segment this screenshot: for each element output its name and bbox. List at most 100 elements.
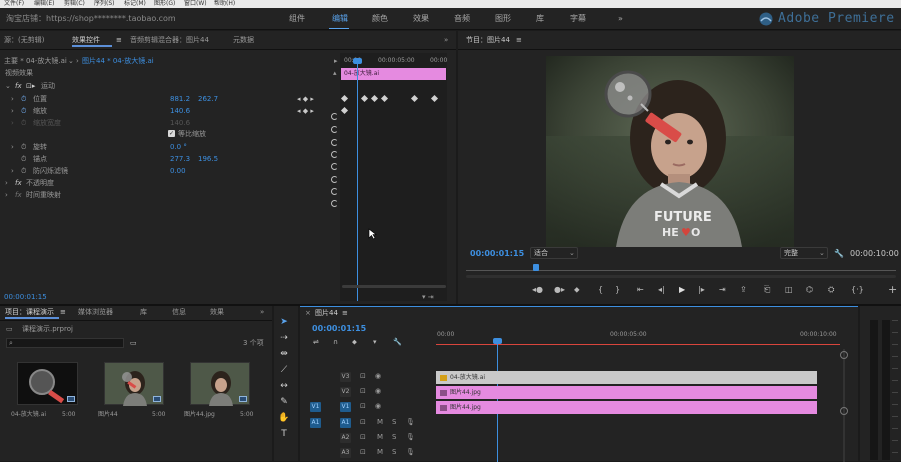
tab-audio-mixer[interactable]: 音频剪辑混合器：图片44 <box>130 36 209 45</box>
tab-info[interactable]: 信息 <box>172 308 186 317</box>
vertical-scrollbar[interactable] <box>840 349 848 462</box>
position-x-value[interactable]: 881.2 <box>170 95 190 104</box>
go-to-out-icon[interactable]: ⇥ <box>719 285 726 295</box>
menu-clip[interactable]: 剪辑(C) <box>64 0 85 7</box>
timeline-playhead[interactable] <box>497 338 498 462</box>
playhead-line[interactable] <box>357 59 358 301</box>
reset-scale-icon[interactable] <box>331 139 338 146</box>
timeline-clip-v1[interactable]: 图片44.jpg <box>436 401 817 414</box>
antiflicker-value[interactable]: 0.00 <box>170 167 186 176</box>
expand-icon[interactable]: › <box>11 95 14 104</box>
search-input[interactable]: ⌕ <box>6 338 124 348</box>
solo-toggle[interactable]: S <box>392 418 396 427</box>
menu-edit[interactable]: 编辑(E) <box>34 0 54 7</box>
tab-effects[interactable]: 效果 <box>210 308 224 317</box>
play-icon[interactable]: ▶ <box>679 285 685 295</box>
menu-file[interactable]: 文件(F) <box>4 0 24 7</box>
razor-tool-icon[interactable]: ⟋ <box>278 364 290 376</box>
mark-in-icon[interactable]: ◂● <box>532 285 543 295</box>
thumbnail-image[interactable] <box>190 362 250 406</box>
sync-lock-icon[interactable]: ⊡ <box>360 372 366 381</box>
stopwatch-icon[interactable]: ⏱ <box>21 167 26 176</box>
eye-icon[interactable]: ◉ <box>375 372 381 381</box>
workspace-tab-audio[interactable]: 音频 <box>454 14 470 24</box>
wrench-icon[interactable]: 🔧 <box>834 249 844 259</box>
microphone-icon[interactable]: 🎙 <box>406 433 415 442</box>
lift-icon[interactable]: ⇪ <box>740 285 747 295</box>
tab-source[interactable]: 源：(无剪辑) <box>4 36 44 45</box>
stopwatch-icon[interactable]: ⏱ <box>21 155 26 164</box>
source-patch-v1[interactable]: V1 <box>310 402 321 412</box>
reset-rotation-icon[interactable] <box>331 176 338 183</box>
eye-icon[interactable]: ◉ <box>375 402 381 411</box>
overflow-icon[interactable]: » <box>444 36 448 45</box>
microphone-icon[interactable]: 🎙 <box>406 418 415 427</box>
menu-graphics[interactable]: 图形(G) <box>154 0 175 7</box>
timeline-clip-v3[interactable]: 04-放大镜.ai <box>436 371 817 384</box>
add-marker-icon[interactable]: ⬥ <box>352 338 357 347</box>
tab-effect-controls[interactable]: 效果控件 <box>72 36 100 45</box>
export-frame-icon[interactable]: ◫ <box>785 285 793 295</box>
keyframe-nav-icon[interactable]: ◂ ◆ ▸ <box>297 95 314 104</box>
extract-icon[interactable]: ⎗ <box>764 285 770 295</box>
reset-position-icon[interactable] <box>331 126 338 133</box>
stopwatch-icon[interactable]: ⏱ <box>21 107 26 116</box>
source-patch-a1[interactable]: A1 <box>310 418 321 428</box>
sync-lock-icon[interactable]: ⊡ <box>360 448 366 457</box>
tab-project[interactable]: 项目：课程演示 <box>5 308 54 317</box>
settings-icon[interactable]: ⛭ <box>828 285 834 295</box>
mute-toggle[interactable]: M <box>377 418 383 427</box>
new-bin-icon[interactable]: ▭ <box>130 339 137 348</box>
in-point-icon[interactable]: { <box>598 285 603 295</box>
add-button-icon[interactable]: + <box>888 284 897 295</box>
program-title[interactable]: 节目：图片44 <box>466 36 510 45</box>
mute-toggle[interactable]: M <box>377 433 383 442</box>
step-forward-icon[interactable]: |▸ <box>698 285 705 295</box>
marker-icon[interactable]: ▾ <box>373 338 377 347</box>
scrub-playhead[interactable] <box>533 264 539 271</box>
tab-media-browser[interactable]: 媒体浏览器 <box>78 308 113 317</box>
step-back-icon[interactable]: ◂| <box>658 285 665 295</box>
play-arrow-icon[interactable]: ▸ <box>334 57 338 66</box>
solo-toggle[interactable]: S <box>392 448 396 457</box>
sync-lock-icon[interactable]: ⊡ <box>360 387 366 396</box>
linked-selection-icon[interactable]: ∩ <box>333 338 338 347</box>
expand-icon[interactable]: › <box>11 143 14 152</box>
expand-icon[interactable]: › <box>11 107 14 116</box>
reset-uniform-icon[interactable] <box>331 163 338 170</box>
expand-icon[interactable]: › <box>11 167 14 176</box>
overflow-icon[interactable]: » <box>260 308 264 317</box>
program-timecode[interactable]: 00:00:01:15 <box>470 249 524 259</box>
workspace-overflow-button[interactable]: » <box>618 14 623 24</box>
thumbnail-magnifier[interactable] <box>17 362 78 405</box>
timeline-timecode[interactable]: 00:00:01:15 <box>312 324 366 334</box>
track-target-v2[interactable]: V2 <box>340 387 351 397</box>
tab-metadata[interactable]: 元数据 <box>233 36 254 45</box>
expand-motion-icon[interactable]: ⌄ <box>5 82 11 91</box>
project-item-name[interactable]: 图片44 <box>98 410 118 419</box>
track-target-a1[interactable]: A1 <box>340 418 351 428</box>
sync-lock-icon[interactable]: ⊡ <box>360 433 366 442</box>
out-point-icon[interactable]: } <box>615 285 620 295</box>
scale-value[interactable]: 140.6 <box>170 107 190 116</box>
track-select-tool-icon[interactable]: ⇢ <box>278 332 290 344</box>
tab-libraries[interactable]: 库 <box>140 308 147 317</box>
position-y-value[interactable]: 262.7 <box>198 95 218 104</box>
workspace-tab-captions[interactable]: 字幕 <box>570 14 586 24</box>
pen-tool-icon[interactable]: ✎ <box>278 396 290 408</box>
rotation-value[interactable]: 0.0 ° <box>170 143 187 152</box>
camera-icon[interactable]: ⌬ <box>806 285 813 295</box>
expand-icon[interactable]: › <box>5 179 8 188</box>
thumbnail-sequence[interactable] <box>104 362 164 406</box>
snap-icon[interactable]: ⇌ <box>313 338 319 347</box>
close-icon[interactable]: × <box>305 309 311 318</box>
button-editor-icon[interactable]: {·} <box>851 285 864 295</box>
quality-dropdown[interactable]: 完整 ⌄ <box>780 247 828 259</box>
microphone-icon[interactable]: 🎙 <box>406 448 415 457</box>
workspace-tab-graphics[interactable]: 图形 <box>495 14 511 24</box>
master-clip-label[interactable]: 主要 * 04-放大镜.ai <box>4 57 67 66</box>
chevron-down-icon[interactable]: ⌄ <box>68 57 74 66</box>
workspace-tab-assembly[interactable]: 组件 <box>289 14 305 24</box>
fit-dropdown[interactable]: 适合 ⌄ <box>530 247 578 259</box>
reset-scale-width-icon[interactable] <box>331 151 338 158</box>
